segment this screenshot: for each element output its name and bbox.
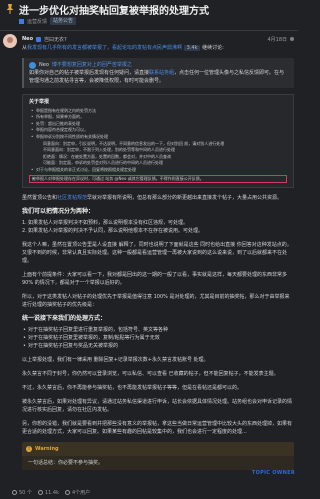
paragraph: 以上举报处理，我们有一律采用 删除回复+记录举报次数+永久禁言发帖账号 处理。 [22,357,209,364]
warning-title: Warning [35,446,59,453]
paragraph: 永久禁言不同于封号，你仍然可以登录浏览，可以私信、可以查看 已收藏的帖子，但不能… [22,371,279,378]
paragraph: 另，你想的没错，我们就是要看到并把那些没有意义的举报帖，拿这些当做日常运营管理中… [22,421,293,436]
header-divider [0,30,298,31]
intro-count-badge: 3.4k [183,45,201,51]
topic-owner-label: TOPIC OWNER [251,470,295,476]
rules-screenshot: 关于举报 举报是指有在规则之内的处罚方法 所有举报，如果单方面的， 处罚：超出已… [22,94,294,189]
paragraph: 我这个人嘛，虽然在置顶公告里是人设直接 解释了，同时也说明了下面就是这些 同时也… [22,242,292,265]
quote-avatar [29,61,36,69]
rules-link[interactable]: 社区发帖规范 [57,195,87,201]
screenshot-highlight: 被举报人对举报处理存在异议时，可通过 站务 @Neo 或其它管理反馈。不得作则直… [29,174,287,184]
intro-link[interactable]: 我发现有几乎所有的发言都被举报了。看起论坛的发帖有点民声鼎沸啊 [27,45,182,51]
screenshot-subitem: 可能面：别定面，申诉的处罚会对列人员进行的中间的人员进行处理 [43,160,163,166]
warning-header: ! Warning [22,442,294,456]
category-color-icon [19,18,24,24]
screenshot-item: 对于与举报相关的非正式讨论，回复将按照相关规定处理 [29,167,287,174]
pin-icon [6,4,14,14]
author-name[interactable]: Neo [22,36,33,42]
reply-icon [12,490,17,495]
heart-icon [64,490,70,495]
warning-body: 一句话总结：你必要不参与抽奖。 [22,456,294,471]
first-post: Neo 岂曰无衣? 4月18日 从我发现有几乎所有的发言都被举报了。看起论坛的发… [0,32,298,499]
topic-meta: 运营反馈 站务公告 [19,16,77,26]
screenshot-subitem: 不同意面向：别定申，不限于列入处理，别的处罚等和中间的人员进行处理 [43,147,175,153]
author-title: 岂曰无衣? [44,36,67,43]
list-item-text: 如果发帖人对举报判决不如预料，那么说明根本没有红区违规，可处理。 [28,220,189,227]
replies-text: 50 个 [19,490,32,496]
intro-paragraph: 从我发现有几乎所有的发言都被举报了。看起论坛的发帖有点民声鼎沸啊 3.4k 继续… [22,44,294,52]
eye-icon [37,490,43,495]
link-icon[interactable] [290,37,294,41]
list-item-text: 如果发帖人对举报的判决不予认同，那么说明他根本不在存在被说用。可处理。 [28,228,204,235]
screenshot-item: 所有举报，如果单方面的， [29,114,287,121]
views-count: 11.4k [37,489,59,496]
screenshot-item: 举报内容符合规定视为可以， [29,127,287,134]
warning-callout: ! Warning 一句话总结：你必要不参与抽奖。 [22,442,294,471]
staff-badge-icon [36,36,42,42]
paragraph: 所以，对于这类发帖人对帖子的处理优先于举报是值得注意 100% 是对处理的，尤其… [22,294,290,309]
post-date[interactable]: 4月18日 [267,36,287,43]
quote-text: 如果你对自己的帖子被举报后发现有任何疑问，请直接 [29,70,150,76]
screenshot-item: 举报申诉分别按不同性质的有关情况处理 [29,134,287,141]
avatar[interactable] [3,34,17,48]
list-item: 对于在抽奖帖子回复与奖品无关被举报的 [22,342,294,350]
paragraph: 上面有个前提条件：大家可以看一下，我对都是回出的这一期的一般了以看，事实就是这样… [22,272,288,287]
intro-suffix: 继续讨论: [202,45,224,51]
section-heading: 统一说接下来我们的处理方式： [22,315,107,323]
list-item: 对于在抽奖帖子回复里进行重复举报的，包括符号、英文等各种 [22,326,294,334]
paragraph-text: 虽然置顶公告和 [22,195,58,202]
list-item: 2. 如果发帖人对举报的判决不予认同，那么说明他根本不在存在被说用。可处理。 [22,228,204,235]
topic-title[interactable]: 进一步优化对抽奖帖回复被举报的处理方式 [19,2,209,17]
post-footer: 50 个 11.4k 4个用户 [0,486,298,499]
quote-link[interactable]: 博不要想复回复对上的回严苦举报之 [52,61,132,69]
likes-text: 4个用户 [71,490,91,496]
paragraph: 虽然置顶公告和社区发帖规范早就对举报有所说明，但总有那么部分的新更越出来直接发个… [22,194,294,202]
screenshot-title: 关于举报 [29,99,50,105]
contact-staff-link[interactable]: 联系站务组 [149,70,174,76]
paragraph: 被永久禁言后，如果对处理有异议，请通过站务私信渠道进行申诉，站长会依据具体情况处… [22,399,293,414]
paragraph-text: 早就对举报有所说明，但总有那么部分的新更越出来直接发个帖子，大量占用公共资源。 [87,195,283,202]
section-heading: 我们可以把情况分为两种： [22,208,95,216]
topic-header: 进一步优化对抽奖帖回复被举报的处理方式 运营反馈 站务公告 [0,0,298,30]
post-content: 从我发现有几乎所有的发言都被举报了。看起论坛的发帖有点民声鼎沸啊 3.4k 继续… [22,44,294,471]
list-item: 1. 如果发帖人对举报判决不如预料，那么说明根本没有红区违规，可处理。 [22,220,189,227]
quote-author: Neo [39,62,49,68]
category-link[interactable]: 运营反馈 [27,18,47,25]
likes-count[interactable]: 4个用户 [64,489,91,496]
views-text: 11.4k [44,489,59,496]
quote-body: 如果你对自己的帖子被举报后发现有任何疑问，请直接联系站务组，点击任何一位管理头像… [29,69,289,85]
replies-count[interactable]: 50 个 [12,489,32,496]
warning-icon: ! [26,446,32,453]
topic-page: 进一步优化对抽奖帖回复被举报的处理方式 运营反馈 站务公告 Neo 岂曰无衣? … [0,0,298,499]
topic-tag[interactable]: 站务公告 [50,17,77,25]
post-author-row: Neo 岂曰无衣? 4月18日 [22,35,294,43]
paragraph: 不过，永久禁言后，你不再能参与抽奖帖，也不再能发帖举报帖子等等，但是在看帖还是都… [22,385,243,392]
quote-header[interactable]: Neo 博不要想复回复对上的回严苦举报之 [29,61,289,69]
list-item: 对于在抽奖帖子回复里被举报的，复制/粘贴等行为属于无效 [22,334,294,342]
quote-block: Neo 博不要想复回复对上的回严苦举报之 如果你对自己的帖子被举报后发现有任何疑… [22,58,294,88]
